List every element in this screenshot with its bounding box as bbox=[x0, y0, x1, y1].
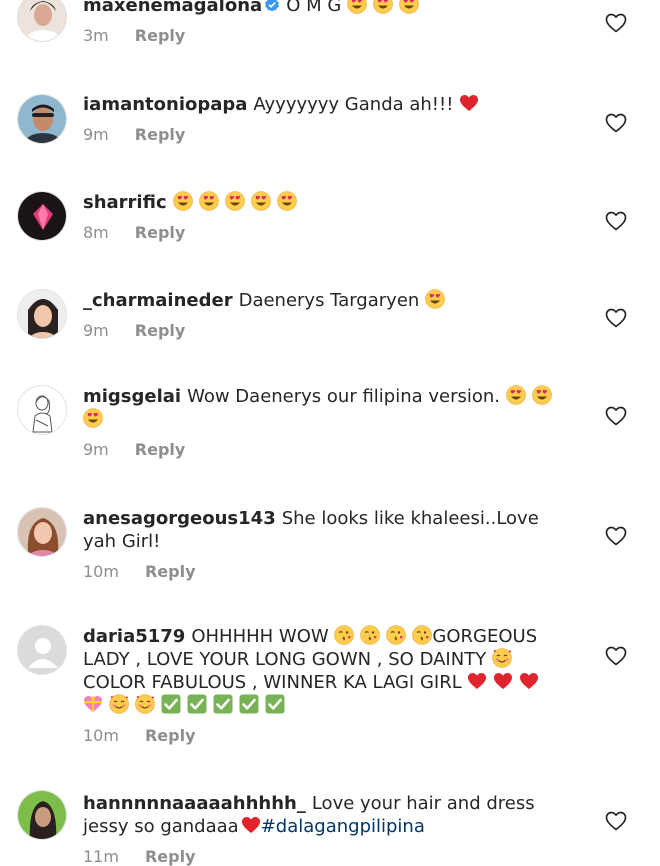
comment-timestamp: 9m bbox=[83, 125, 109, 144]
smiling-face-with-hearts-emoji-icon bbox=[492, 648, 512, 668]
comment-username[interactable]: iamantoniopapa bbox=[83, 94, 247, 115]
red-heart-emoji-icon bbox=[519, 671, 539, 691]
comment-meta: 10m Reply bbox=[83, 562, 573, 581]
comment-meta: 8m Reply bbox=[83, 223, 573, 242]
like-heart-icon[interactable] bbox=[604, 306, 628, 330]
reply-button[interactable]: Reply bbox=[135, 223, 186, 242]
comment-username[interactable]: migsgelai bbox=[83, 386, 181, 407]
comment-timestamp: 9m bbox=[83, 321, 109, 340]
red-heart-emoji-icon bbox=[459, 93, 479, 113]
comment-meta: 11m Reply bbox=[83, 847, 573, 866]
avatar[interactable] bbox=[17, 790, 67, 840]
kissing-face-emoji-icon bbox=[412, 625, 432, 645]
heart-eyes-emoji-icon bbox=[199, 191, 219, 211]
like-heart-icon[interactable] bbox=[604, 11, 628, 35]
check-mark-button-emoji-icon bbox=[187, 694, 207, 714]
comment-text: _charmaineder Daenerys Targaryen bbox=[83, 289, 573, 312]
avatar[interactable] bbox=[17, 191, 67, 241]
comment-meta: 3m Reply bbox=[83, 26, 573, 45]
red-heart-emoji-icon bbox=[241, 815, 261, 835]
check-mark-button-emoji-icon bbox=[161, 694, 181, 714]
like-heart-icon[interactable] bbox=[604, 404, 628, 428]
smiling-face-with-hearts-emoji-icon bbox=[109, 694, 129, 714]
verified-badge-icon bbox=[265, 0, 280, 12]
avatar[interactable] bbox=[17, 94, 67, 144]
reply-button[interactable]: Reply bbox=[135, 440, 186, 459]
kissing-face-emoji-icon bbox=[386, 625, 406, 645]
reply-button[interactable]: Reply bbox=[135, 26, 186, 45]
comment-username[interactable]: daria5179 bbox=[83, 626, 185, 647]
reply-button[interactable]: Reply bbox=[145, 726, 196, 745]
comment-body: Daenerys Targaryen bbox=[238, 290, 420, 311]
reply-button[interactable]: Reply bbox=[135, 125, 186, 144]
like-heart-icon[interactable] bbox=[604, 111, 628, 135]
avatar[interactable] bbox=[17, 625, 67, 675]
comment-text: hannnnnaaaaahhhhh_ Love your hair and dre… bbox=[83, 792, 573, 838]
check-mark-button-emoji-icon bbox=[265, 694, 285, 714]
comment-timestamp: 9m bbox=[83, 440, 109, 459]
reply-button[interactable]: Reply bbox=[135, 321, 186, 340]
comment-text: anesagorgeous143 She looks like khaleesi.… bbox=[83, 507, 573, 553]
comment-body: Ayyyyyyy Ganda ah!!! bbox=[253, 94, 454, 115]
comment-meta: 9m Reply bbox=[83, 321, 573, 340]
heart-with-ribbon-emoji-icon bbox=[83, 694, 103, 714]
comment-body: COLOR FABULOUS , WINNER KA LAGI GIRL bbox=[83, 672, 462, 693]
comment-meta: 10m Reply bbox=[83, 726, 573, 745]
smiling-face-with-hearts-emoji-icon bbox=[135, 694, 155, 714]
avatar[interactable] bbox=[17, 507, 67, 557]
heart-eyes-emoji-icon bbox=[425, 289, 445, 309]
kissing-face-emoji-icon bbox=[334, 625, 354, 645]
comment-username[interactable]: _charmaineder bbox=[83, 290, 233, 311]
heart-eyes-emoji-icon bbox=[373, 0, 393, 14]
comment-body: OHHHHH WOW bbox=[191, 626, 329, 647]
like-heart-icon[interactable] bbox=[604, 524, 628, 548]
check-mark-button-emoji-icon bbox=[213, 694, 233, 714]
comment-timestamp: 11m bbox=[83, 847, 119, 866]
comment-meta: 9m Reply bbox=[83, 440, 573, 459]
comment-username[interactable]: sharrific bbox=[83, 192, 167, 213]
hashtag-link[interactable]: #dalagangpilipina bbox=[261, 816, 425, 837]
reply-button[interactable]: Reply bbox=[145, 562, 196, 581]
heart-eyes-emoji-icon bbox=[225, 191, 245, 211]
comment-timestamp: 10m bbox=[83, 726, 119, 745]
comment-body: O M G bbox=[286, 0, 342, 16]
avatar[interactable] bbox=[17, 385, 67, 435]
like-heart-icon[interactable] bbox=[604, 809, 628, 833]
like-heart-icon[interactable] bbox=[604, 209, 628, 233]
comment-timestamp: 3m bbox=[83, 26, 109, 45]
heart-eyes-emoji-icon bbox=[532, 385, 552, 405]
check-mark-button-emoji-icon bbox=[239, 694, 259, 714]
comment-username[interactable]: hannnnnaaaaahhhhh_ bbox=[83, 793, 306, 814]
comment-body: Wow Daenerys our filipina version. bbox=[187, 386, 501, 407]
comment-text: migsgelai Wow Daenerys our filipina versi… bbox=[83, 385, 573, 431]
heart-eyes-emoji-icon bbox=[173, 191, 193, 211]
heart-eyes-emoji-icon bbox=[277, 191, 297, 211]
heart-eyes-emoji-icon bbox=[347, 0, 367, 14]
red-heart-emoji-icon bbox=[467, 671, 487, 691]
comment-username[interactable]: anesagorgeous143 bbox=[83, 508, 276, 529]
red-heart-emoji-icon bbox=[493, 671, 513, 691]
comment-text: sharrific bbox=[83, 191, 573, 214]
comment-text: iamantoniopapa Ayyyyyyy Ganda ah!!! bbox=[83, 93, 573, 116]
heart-eyes-emoji-icon bbox=[506, 385, 526, 405]
reply-button[interactable]: Reply bbox=[145, 847, 196, 866]
comment-timestamp: 10m bbox=[83, 562, 119, 581]
heart-eyes-emoji-icon bbox=[399, 0, 419, 14]
avatar[interactable] bbox=[17, 0, 67, 42]
comment-text: daria5179 OHHHHH WOW GORGEOUS LADY , LOVE… bbox=[83, 625, 573, 717]
like-heart-icon[interactable] bbox=[604, 644, 628, 668]
heart-eyes-emoji-icon bbox=[83, 408, 103, 428]
comment-text: maxenemagalona O M G bbox=[83, 0, 573, 17]
avatar[interactable] bbox=[17, 289, 67, 339]
comment-timestamp: 8m bbox=[83, 223, 109, 242]
kissing-face-emoji-icon bbox=[360, 625, 380, 645]
comment-username[interactable]: maxenemagalona bbox=[83, 0, 262, 16]
comment-meta: 9m Reply bbox=[83, 125, 573, 144]
heart-eyes-emoji-icon bbox=[251, 191, 271, 211]
